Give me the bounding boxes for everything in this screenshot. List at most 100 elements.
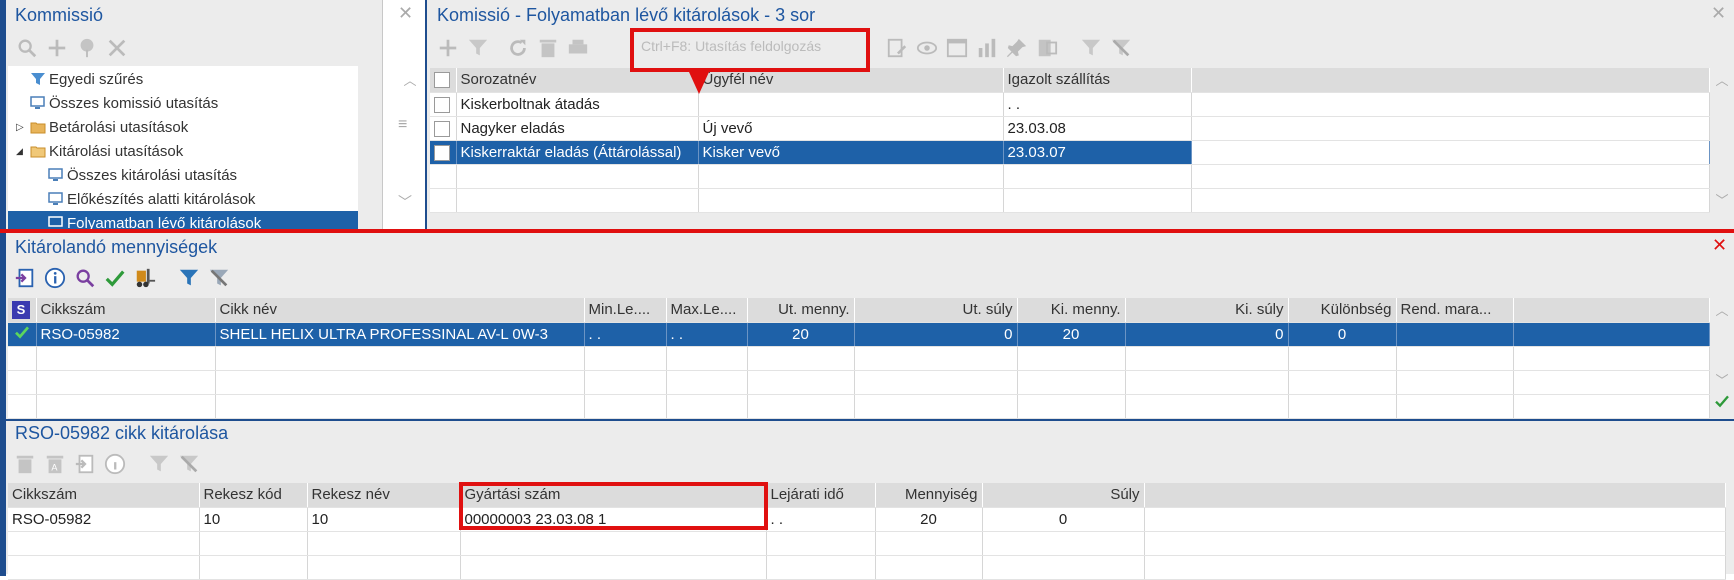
- window-icon[interactable]: [942, 33, 972, 63]
- svg-text:A: A: [51, 462, 58, 472]
- check-icon: [8, 322, 37, 347]
- mid-toolbar: [10, 263, 234, 293]
- left-scroll-down-icon[interactable]: ﹀: [398, 192, 412, 212]
- table-row[interactable]: Kiskerboltnak átadás. .: [430, 92, 1710, 117]
- table-row[interactable]: Nagyker eladás Új vevő 23.03.08: [430, 116, 1710, 141]
- tree-item-all-commission[interactable]: Összes komissió utasítás: [30, 91, 218, 115]
- scroll-up-icon[interactable]: ︿: [1712, 70, 1732, 89]
- left-scroll-menu-icon[interactable]: ≡: [398, 116, 407, 134]
- row-checkbox[interactable]: [430, 92, 457, 117]
- scroll-up-icon[interactable]: ︿: [400, 70, 420, 89]
- col-header[interactable]: Lejárati idő: [766, 483, 876, 508]
- scroll-down-icon[interactable]: ﹀: [1712, 370, 1732, 389]
- edit-list-icon[interactable]: [882, 33, 912, 63]
- search-icon[interactable]: [70, 263, 100, 293]
- filter-clear-icon[interactable]: [1106, 33, 1136, 63]
- left-toolbar: [12, 33, 132, 63]
- col-header[interactable]: Cikkszám: [36, 298, 216, 323]
- import-icon[interactable]: [10, 263, 40, 293]
- left-panel-title: Kommissió: [15, 5, 104, 25]
- top-toolbar: [433, 33, 593, 63]
- tree-item-in-progress[interactable]: Folyamatban lévő kitárolások: [8, 211, 358, 230]
- print-icon[interactable]: [563, 33, 593, 63]
- col-header[interactable]: Ut. súly: [854, 298, 1018, 323]
- search-icon[interactable]: [12, 33, 42, 63]
- delete-all-icon[interactable]: A: [40, 449, 70, 479]
- pin-icon[interactable]: [1002, 33, 1032, 63]
- scroll-up-icon[interactable]: ︿: [1712, 300, 1732, 319]
- batch-number-highlight: [459, 482, 768, 530]
- tools-icon[interactable]: [102, 33, 132, 63]
- col-header[interactable]: Rend. mara...: [1396, 298, 1514, 323]
- hint-highlight: [630, 28, 870, 72]
- callout-pointer: [689, 72, 709, 94]
- tree-item-custom-filter[interactable]: Egyedi szűrés: [30, 67, 143, 91]
- select-badge[interactable]: S: [8, 298, 37, 323]
- top-panel: Komissió - Folyamatban lévő kitárolások …: [425, 0, 1734, 230]
- scroll-down-icon[interactable]: ﹀: [1712, 190, 1732, 209]
- add-icon[interactable]: [433, 33, 463, 63]
- row-checkbox[interactable]: [430, 116, 457, 141]
- add-icon[interactable]: [42, 33, 72, 63]
- bottom-panel-title: RSO-05982 cikk kitárolása: [15, 423, 229, 443]
- expand-icon[interactable]: ▷: [16, 122, 30, 133]
- col-header[interactable]: Ki. menny.: [1017, 298, 1126, 323]
- import-icon[interactable]: [70, 449, 100, 479]
- folder-open-icon: [30, 146, 46, 158]
- excel-icon[interactable]: [1032, 33, 1062, 63]
- eye-icon[interactable]: [912, 33, 942, 63]
- left-panel: Kommissió ✕ Egyedi szűrés Összes komissi…: [0, 0, 417, 574]
- close-icon[interactable]: ✕: [1712, 235, 1727, 256]
- close-icon[interactable]: ✕: [1711, 3, 1726, 24]
- col-header[interactable]: Cikk név: [215, 298, 585, 323]
- table-row-selected[interactable]: Kiskerraktár eladás (Áttárolással) Kisker…: [430, 140, 1710, 165]
- mid-panel: Kitárolandó mennyiségek ✕ S Cikkszám Cik…: [0, 233, 1734, 419]
- filter-clear-icon[interactable]: [174, 449, 204, 479]
- col-header[interactable]: Ut. menny.: [747, 298, 855, 323]
- filter-icon: [31, 73, 45, 85]
- col-header[interactable]: Különbség: [1288, 298, 1397, 323]
- refresh-icon[interactable]: [503, 33, 533, 63]
- table-row-selected[interactable]: RSO-05982 SHELL HELIX ULTRA PROFESSINAL …: [8, 322, 1710, 347]
- filter-clear-icon[interactable]: [204, 263, 234, 293]
- tree-item-outbound[interactable]: ◢ Kitárolási utasítások: [16, 139, 183, 163]
- tree-item-preparing[interactable]: Előkészítés alatti kitárolások: [48, 187, 255, 211]
- col-header[interactable]: Min.Le....: [584, 298, 667, 323]
- monitor-icon: [30, 96, 45, 109]
- tree-item-all-outbound[interactable]: Összes kitárolási utasítás: [48, 163, 237, 187]
- delete-icon[interactable]: [533, 33, 563, 63]
- row-checkbox[interactable]: [430, 140, 457, 165]
- mid-grid: S Cikkszám Cikk név Min.Le.... Max.Le...…: [8, 298, 1710, 419]
- col-header[interactable]: Ki. súly: [1125, 298, 1289, 323]
- col-header[interactable]: Max.Le....: [666, 298, 748, 323]
- bottom-grid: Cikkszám Rekesz kód Rekesz név Gyártási …: [8, 483, 1726, 580]
- forklift-icon[interactable]: [130, 263, 160, 293]
- col-header[interactable]: Igazolt szállítás: [1003, 68, 1192, 93]
- filter-edit-icon[interactable]: [174, 263, 204, 293]
- tree-item-inbound[interactable]: ▷ Betárolási utasítások: [16, 115, 188, 139]
- select-all-checkbox[interactable]: [430, 68, 457, 93]
- check-icon[interactable]: [100, 263, 130, 293]
- col-header[interactable]: Cikkszám: [8, 483, 200, 508]
- col-header[interactable]: Rekesz név: [307, 483, 461, 508]
- collapse-icon[interactable]: ◢: [16, 146, 30, 157]
- filter-edit-icon[interactable]: [1076, 33, 1106, 63]
- table-row[interactable]: RSO-05982 10 10 00000003 23.03.08 1 . . …: [8, 507, 1726, 532]
- monitor-icon: [48, 216, 63, 227]
- delete-icon[interactable]: [10, 449, 40, 479]
- info-icon[interactable]: [40, 263, 70, 293]
- confirm-icon[interactable]: [1714, 393, 1730, 413]
- info-icon[interactable]: [100, 449, 130, 479]
- tree-icon[interactable]: [72, 33, 102, 63]
- col-header[interactable]: Mennyiség: [875, 483, 983, 508]
- close-icon[interactable]: ✕: [398, 3, 413, 24]
- folder-icon: [30, 122, 46, 134]
- filter-edit-icon[interactable]: [144, 449, 174, 479]
- top-grid: Sorozatnév Ügyfél név Igazolt szállítás Ki…: [430, 68, 1710, 213]
- filter-icon[interactable]: [463, 33, 493, 63]
- bottom-panel: RSO-05982 cikk kitárolása A Cikkszám Rek…: [0, 419, 1734, 580]
- col-header[interactable]: Rekesz kód: [199, 483, 308, 508]
- col-header[interactable]: Súly: [982, 483, 1145, 508]
- top-toolbar-right: [882, 33, 1136, 63]
- chart-icon[interactable]: [972, 33, 1002, 63]
